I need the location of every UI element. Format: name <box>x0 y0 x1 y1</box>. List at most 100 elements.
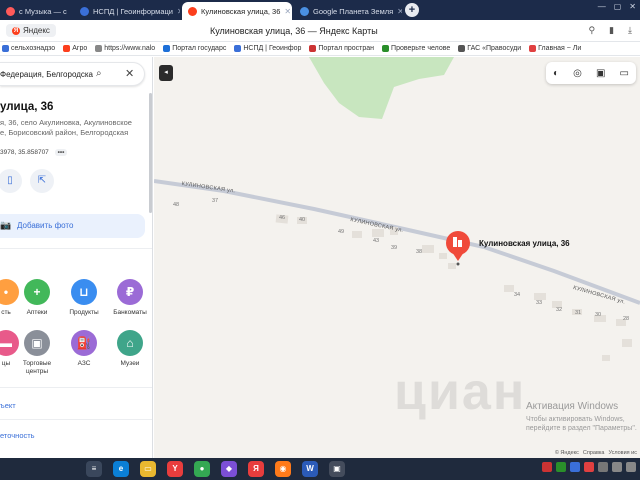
tray-app-icon[interactable] <box>542 462 552 472</box>
bookmark-item[interactable]: Проверьте челове <box>382 45 450 52</box>
tab-label: Кулиновская улица, 36 <box>201 6 281 16</box>
bookmark-item[interactable]: Главная ~ Ли <box>529 45 581 52</box>
minimize-icon[interactable]: — <box>598 2 606 11</box>
chrome-icon[interactable]: ● <box>194 461 210 477</box>
bookmark-label: https://www.nalo <box>104 45 156 52</box>
bookmark-button[interactable]: ▯ <box>0 169 22 193</box>
category-atm[interactable]: ₽ Банкоматы <box>107 279 152 317</box>
bookmark-item[interactable]: НСПД | Геоинфор <box>234 45 301 52</box>
tray-app-icon[interactable] <box>584 462 594 472</box>
close-icon[interactable]: ✕ <box>393 7 402 16</box>
yandex-home-button[interactable]: Я Яндекс <box>6 24 56 37</box>
place-sidebar: Федерация, Белгородска ⌕ ✕ улица, 36 я, … <box>0 57 153 458</box>
map-footer: © Яндекс Справка Условия ис <box>555 450 637 456</box>
bookmark-item[interactable]: ГАС «Правосуди <box>458 45 521 52</box>
bookmark-favicon-icon <box>2 45 9 52</box>
forest-area <box>309 57 454 119</box>
building <box>504 285 514 292</box>
panorama-icon[interactable]: ◎ <box>573 68 582 79</box>
house-number: 30 <box>595 312 602 318</box>
address-bar-actions: ⚲ ▮ ⤓ <box>588 25 632 36</box>
download-icon[interactable]: ⤓ <box>628 25 632 36</box>
watermark: циан <box>394 363 527 421</box>
category-pharmacy[interactable]: + Аптеки <box>14 279 60 317</box>
sidebar-scrollbar[interactable] <box>149 93 152 213</box>
house-number: 38 <box>416 249 423 255</box>
tab-music[interactable]: с Музыка — с ✕ <box>0 2 70 20</box>
page-title[interactable]: Кулиновская улица, 36 — Яндекс Карты <box>210 26 378 36</box>
coordinates-value[interactable]: 3978, 35.858707 <box>0 149 49 156</box>
close-icon[interactable]: ✕ <box>280 7 291 16</box>
category-label: Банкоматы <box>113 309 147 316</box>
map-layers-icon[interactable]: ◐ <box>553 68 559 79</box>
system-tray <box>542 462 636 472</box>
edge-icon[interactable]: e <box>113 461 129 477</box>
category-gas-stations[interactable]: ⛽ АЗС <box>61 330 107 368</box>
bookmark-favicon-icon <box>95 45 103 52</box>
firefox-icon[interactable]: ◉ <box>275 461 291 477</box>
music-icon <box>6 6 15 16</box>
category-malls[interactable]: ▣ Торговые центры <box>14 330 60 376</box>
coordinates: 3978, 35.858707 ••• <box>0 149 68 156</box>
bookmark-item[interactable]: Портал государс <box>163 45 226 52</box>
building <box>602 355 610 361</box>
maximize-icon[interactable]: ▢ <box>614 2 622 11</box>
search-box: Федерация, Белгородска ⌕ ✕ <box>0 62 145 86</box>
ruble-icon: ₽ <box>117 279 143 305</box>
terms-link[interactable]: Условия ис <box>608 450 637 456</box>
add-object-link[interactable]: ъект <box>0 401 16 410</box>
bookmark-item[interactable]: Портал простран <box>309 45 374 52</box>
house-number: 34 <box>514 292 521 298</box>
house-number: 48 <box>173 202 180 208</box>
volume-icon[interactable] <box>626 462 636 472</box>
bookmark-item[interactable]: сельхознадзо <box>2 45 55 52</box>
bookmark-item[interactable]: https://www.nalo <box>95 45 155 52</box>
add-photo-button[interactable]: 📷 Добавить фото <box>0 214 145 238</box>
windows-activation-notice: Активация Windows Чтобы активировать Win… <box>526 401 640 433</box>
building <box>372 229 384 237</box>
close-icon[interactable]: ✕ <box>125 67 134 80</box>
bookmark-icon[interactable]: ▮ <box>609 25 614 36</box>
bookmark-item[interactable]: Агро <box>63 45 87 52</box>
photo-icon[interactable]: ▣ <box>596 68 605 79</box>
tray-app-icon[interactable] <box>556 462 566 472</box>
tab-yandex-maps[interactable]: Кулиновская улица, 36 ✕ <box>182 2 292 20</box>
close-icon[interactable]: ✕ <box>67 7 70 16</box>
category-museums[interactable]: ⌂ Музеи <box>107 330 152 368</box>
building <box>352 231 362 238</box>
help-link[interactable]: Справка <box>583 450 605 456</box>
marker-label[interactable]: Кулиновская улица, 36 <box>479 239 570 248</box>
new-tab-button[interactable]: + <box>405 3 419 17</box>
bookmark-label: сельхознадзо <box>11 45 56 52</box>
task-view-icon[interactable]: ≡ <box>86 461 102 477</box>
map-canvas[interactable]: КУЛИНОВСКАЯ ул. КУЛИНОВСКАЯ ул. КУЛИНОВС… <box>154 57 640 458</box>
bookmark-label: Портал государс <box>172 45 227 52</box>
search-input[interactable]: Федерация, Белгородска <box>0 70 93 79</box>
basket-icon: ⊔ <box>71 279 97 305</box>
close-window-icon[interactable]: ✕ <box>629 2 636 11</box>
file-explorer-icon[interactable]: ▭ <box>140 461 156 477</box>
location-icon[interactable]: ⚲ <box>588 25 595 36</box>
category-groceries[interactable]: ⊔ Продукты <box>61 279 107 317</box>
bookmark-favicon-icon <box>458 45 466 52</box>
close-icon[interactable]: ✕ <box>173 7 180 16</box>
app-icon[interactable]: ◆ <box>221 461 237 477</box>
app-icon[interactable]: ▣ <box>329 461 345 477</box>
building <box>534 293 546 300</box>
house-number: 40 <box>299 217 306 223</box>
tray-app-icon[interactable] <box>598 462 608 472</box>
window-controls: — ▢ ✕ <box>598 2 636 11</box>
tray-app-icon[interactable] <box>570 462 580 472</box>
tab-google-earth[interactable]: Google Планета Земля ✕ <box>294 2 402 20</box>
tab-nspd[interactable]: НСПД | Геоинформаци ✕ <box>74 2 180 20</box>
collapse-panel-button[interactable]: ◂ <box>159 65 173 81</box>
share-button[interactable]: ⇱ <box>30 169 54 193</box>
refine-accuracy-link[interactable]: еточность <box>0 431 35 440</box>
transit-icon[interactable]: ▭ <box>620 68 629 79</box>
more-options-button[interactable]: ••• <box>54 149 68 156</box>
yandex-browser-icon[interactable]: Y <box>167 461 183 477</box>
yandex-icon[interactable]: Я <box>248 461 264 477</box>
network-icon[interactable] <box>612 462 622 472</box>
search-icon[interactable]: ⌕ <box>96 68 102 79</box>
word-icon[interactable]: W <box>302 461 318 477</box>
